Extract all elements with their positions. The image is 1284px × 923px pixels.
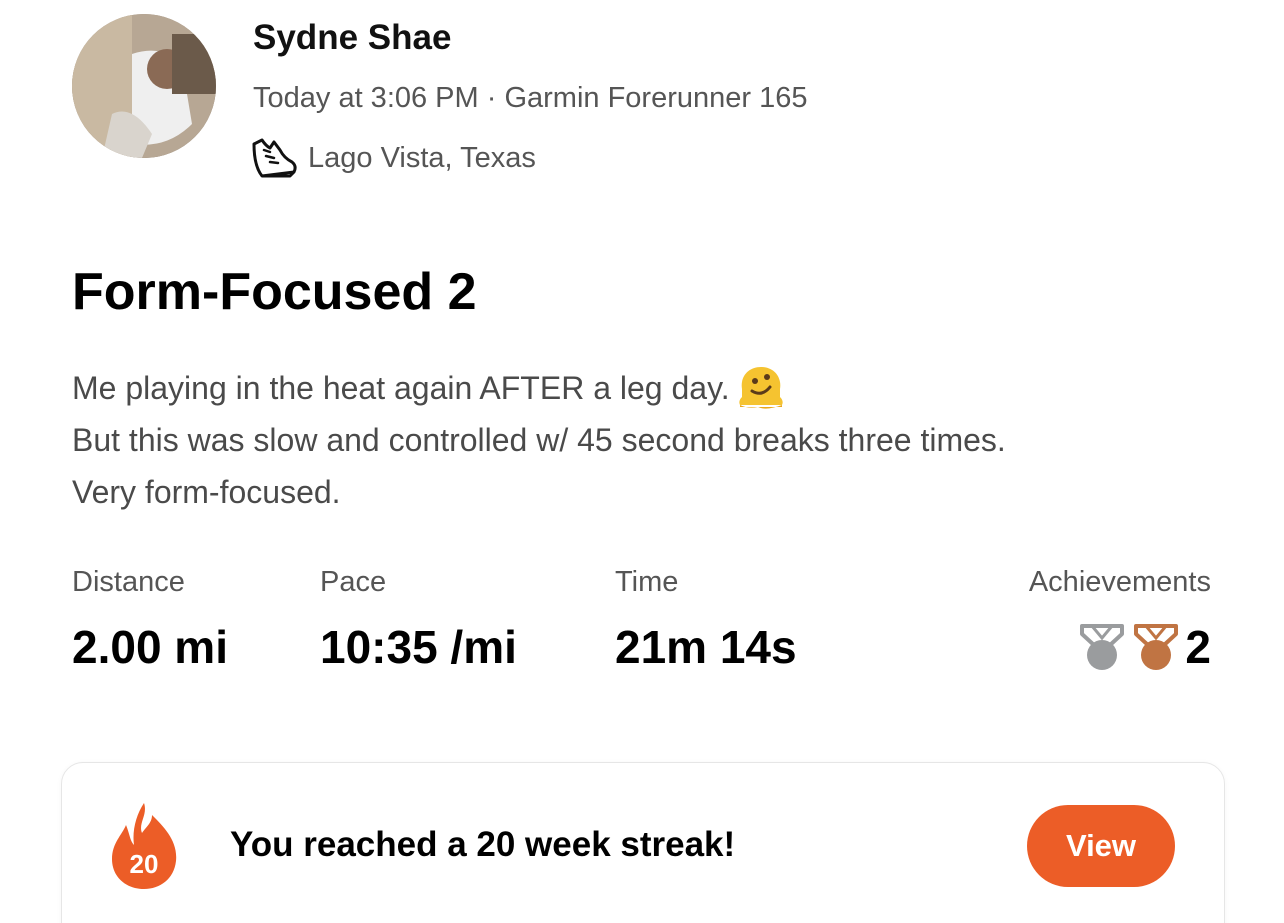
activity-title[interactable]: Form-Focused 2 [72, 262, 477, 322]
melting-face-icon [738, 367, 783, 409]
streak-weeks-badge: 20 [129, 849, 159, 879]
running-shoe-icon [252, 138, 297, 178]
description-line-1: Me playing in the heat again AFTER a leg… [72, 362, 1232, 414]
activity-description: Me playing in the heat again AFTER a leg… [72, 362, 1232, 518]
location-text: Lago Vista, Texas [308, 141, 536, 174]
stat-pace-label: Pace [320, 566, 387, 598]
stat-pace: Pace 10:35 /mi [320, 566, 517, 674]
stat-pace-value: 10:35 /mi [320, 621, 517, 673]
silver-medal-icon [1080, 624, 1125, 670]
view-streak-button[interactable]: View [1027, 805, 1175, 887]
avatar[interactable] [72, 14, 216, 158]
activity-feed-entry: Sydne Shae Today at 3:06 PM · Garmin For… [0, 0, 1284, 923]
streak-card[interactable]: 20 You reached a 20 week streak! View [61, 762, 1225, 923]
avatar-photo [72, 14, 216, 158]
stat-time-label: Time [615, 566, 679, 598]
stat-achievements-label: Achievements [1028, 566, 1211, 598]
stat-distance-label: Distance [72, 566, 185, 598]
stat-achievements[interactable]: Achievements 2 [1029, 566, 1211, 674]
achievements-count: 2 [1185, 621, 1211, 673]
stat-time-value: 21m 14s [615, 621, 797, 673]
streak-message: You reached a 20 week streak! [230, 825, 736, 864]
stat-distance-value: 2.00 mi [72, 621, 228, 673]
achievements-row[interactable]: 2 [1029, 620, 1211, 674]
activity-timestamp-device: Today at 3:06 PM · Garmin Forerunner 165 [253, 82, 808, 114]
athlete-name[interactable]: Sydne Shae [253, 18, 451, 58]
stat-distance: Distance 2.00 mi [72, 566, 228, 674]
description-line-2: But this was slow and controlled w/ 45 s… [72, 422, 1006, 458]
bronze-medal-icon [1134, 624, 1179, 670]
description-line-3: Very form-focused. [72, 474, 341, 510]
activity-location-row: Lago Vista, Texas [250, 136, 536, 180]
stat-time: Time 21m 14s [615, 566, 797, 674]
